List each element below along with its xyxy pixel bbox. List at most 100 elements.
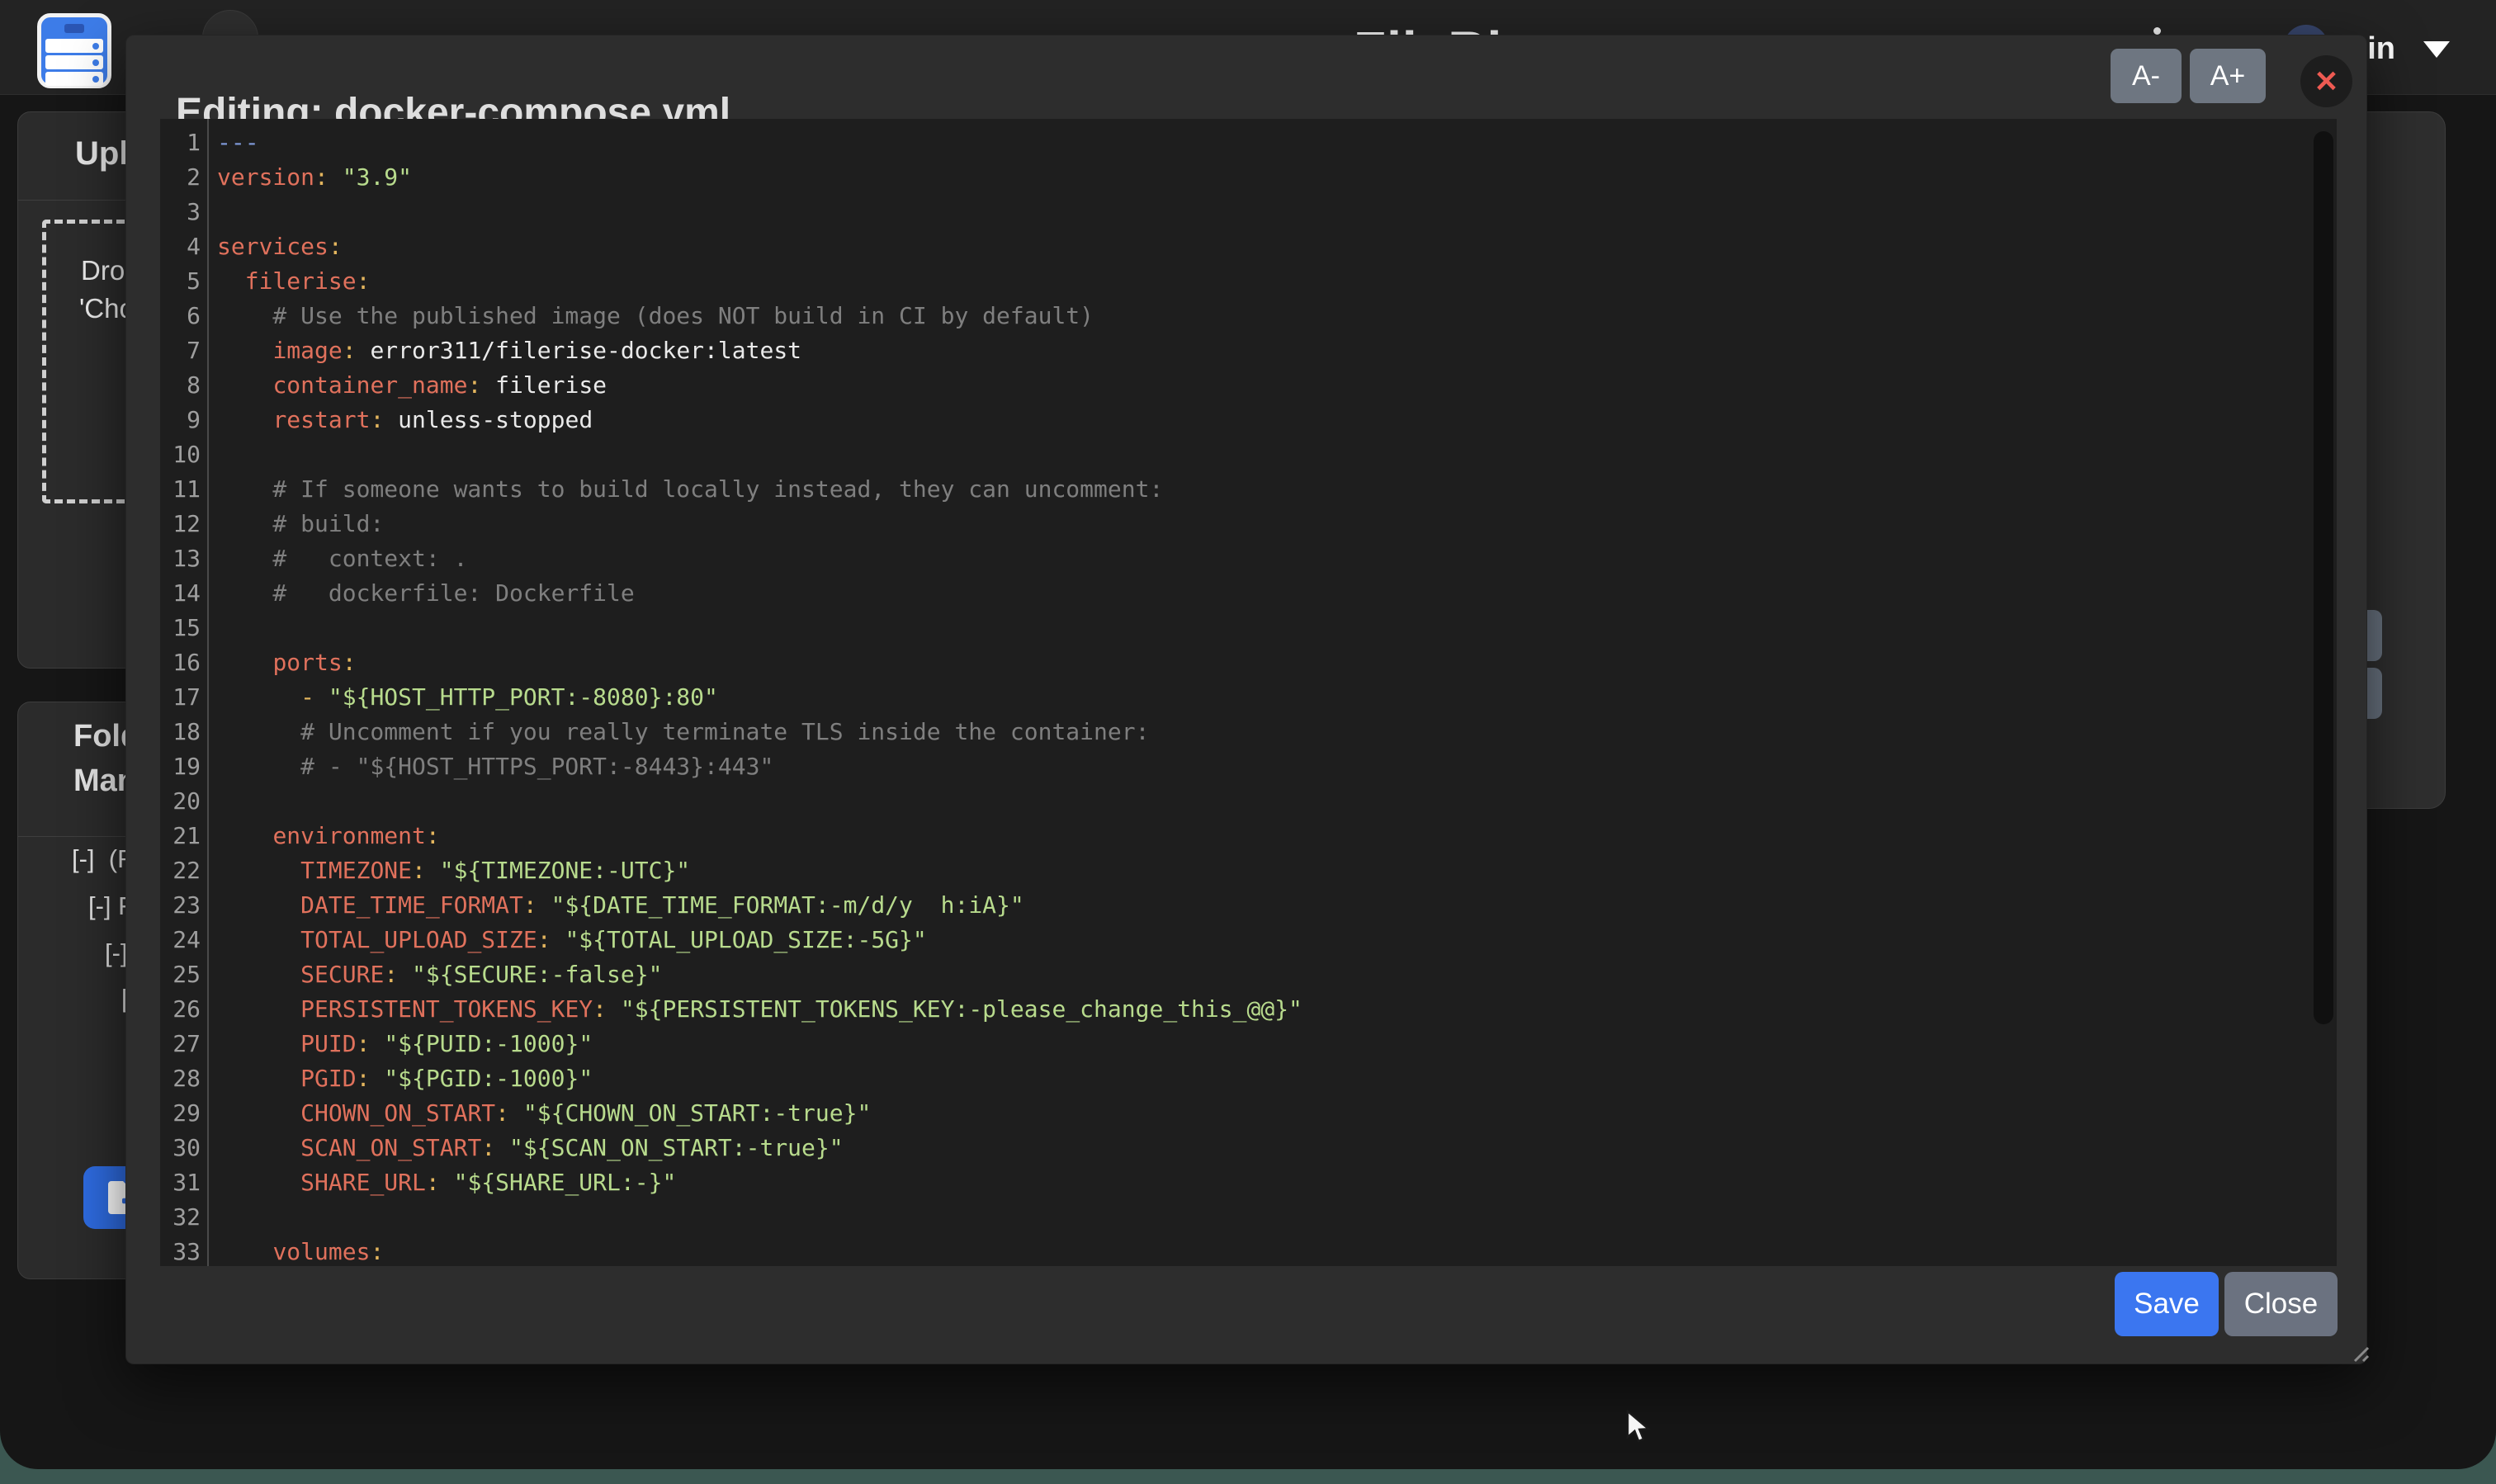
line-number: 13 xyxy=(160,541,207,576)
font-increase-button[interactable]: A+ xyxy=(2190,49,2266,103)
code-text: image: error311/filerise-docker:latest xyxy=(207,333,801,368)
editor-scrollbar[interactable] xyxy=(2314,131,2333,1024)
logo-drive-bar xyxy=(45,55,103,69)
code-text: # Use the published image (does NOT buil… xyxy=(207,299,1094,333)
code-line: 1--- xyxy=(160,125,2337,160)
line-number: 12 xyxy=(160,507,207,541)
line-number: 20 xyxy=(160,784,207,819)
code-line: 25 SECURE: "${SECURE:-false}" xyxy=(160,957,2337,992)
code-text: --- xyxy=(207,125,259,160)
code-line: 7 image: error311/filerise-docker:latest xyxy=(160,333,2337,368)
code-text: CHOWN_ON_START: "${CHOWN_ON_START:-true}… xyxy=(207,1096,871,1131)
code-line: 17 - "${HOST_HTTP_PORT:-8080}:80" xyxy=(160,680,2337,715)
line-number: 26 xyxy=(160,992,207,1027)
code-line: 23 DATE_TIME_FORMAT: "${DATE_TIME_FORMAT… xyxy=(160,888,2337,923)
code-text: SHARE_URL: "${SHARE_URL:-}" xyxy=(207,1165,676,1200)
line-number: 18 xyxy=(160,715,207,749)
line-number: 17 xyxy=(160,680,207,715)
close-button[interactable]: Close xyxy=(2224,1272,2338,1336)
line-number: 7 xyxy=(160,333,207,368)
line-number: 21 xyxy=(160,819,207,853)
mouse-cursor-icon xyxy=(1626,1410,1654,1444)
code-line: 16 ports: xyxy=(160,645,2337,680)
code-line: 11 # If someone wants to build locally i… xyxy=(160,472,2337,507)
code-text: TIMEZONE: "${TIMEZONE:-UTC}" xyxy=(207,853,690,888)
code-text: # - "${HOST_HTTPS_PORT:-8443}:443" xyxy=(207,749,773,784)
code-text: PGID: "${PGID:-1000}" xyxy=(207,1061,593,1096)
line-number: 32 xyxy=(160,1200,207,1235)
code-text: DATE_TIME_FORMAT: "${DATE_TIME_FORMAT:-m… xyxy=(207,888,1024,923)
code-text: SECURE: "${SECURE:-false}" xyxy=(207,957,662,992)
code-text: - "${HOST_HTTP_PORT:-8080}:80" xyxy=(207,680,718,715)
line-number: 31 xyxy=(160,1165,207,1200)
resize-handle[interactable] xyxy=(2343,1336,2371,1364)
code-text: TOTAL_UPLOAD_SIZE: "${TOTAL_UPLOAD_SIZE:… xyxy=(207,923,927,957)
screen: FileRise admin Upload Drop files here or… xyxy=(0,0,2496,1484)
code-line: 27 PUID: "${PUID:-1000}" xyxy=(160,1027,2337,1061)
code-line: 15 xyxy=(160,611,2337,645)
code-line: 19 # - "${HOST_HTTPS_PORT:-8443}:443" xyxy=(160,749,2337,784)
line-number: 9 xyxy=(160,403,207,437)
filerise-logo-icon[interactable] xyxy=(37,13,111,88)
code-line: 24 TOTAL_UPLOAD_SIZE: "${TOTAL_UPLOAD_SI… xyxy=(160,923,2337,957)
code-line: 31 SHARE_URL: "${SHARE_URL:-}" xyxy=(160,1165,2337,1200)
code-text xyxy=(207,195,217,229)
edit-file-modal: Editing: docker-compose.yml A- A+ ✕ 1---… xyxy=(125,35,2367,1364)
code-line: 12 # build: xyxy=(160,507,2337,541)
line-number: 15 xyxy=(160,611,207,645)
close-icon[interactable]: ✕ xyxy=(2300,55,2352,107)
logo-drive-bar xyxy=(45,39,103,53)
code-line: 5 filerise: xyxy=(160,264,2337,299)
code-text: PERSISTENT_TOKENS_KEY: "${PERSISTENT_TOK… xyxy=(207,992,1302,1027)
logo-drive-bar xyxy=(45,72,103,86)
line-number: 11 xyxy=(160,472,207,507)
code-text: # Uncomment if you really terminate TLS … xyxy=(207,715,1149,749)
code-text: PUID: "${PUID:-1000}" xyxy=(207,1027,593,1061)
code-line: 28 PGID: "${PGID:-1000}" xyxy=(160,1061,2337,1096)
line-number: 28 xyxy=(160,1061,207,1096)
line-number: 25 xyxy=(160,957,207,992)
code-text: container_name: filerise xyxy=(207,368,607,403)
code-line: 14 # dockerfile: Dockerfile xyxy=(160,576,2337,611)
line-number: 23 xyxy=(160,888,207,923)
code-line: 33 volumes: xyxy=(160,1235,2337,1266)
code-text: # build: xyxy=(207,507,384,541)
code-text: services: xyxy=(207,229,343,264)
save-button[interactable]: Save xyxy=(2115,1272,2219,1336)
code-line: 4services: xyxy=(160,229,2337,264)
code-text: volumes: xyxy=(207,1235,384,1266)
code-line: 32 xyxy=(160,1200,2337,1235)
line-number: 27 xyxy=(160,1027,207,1061)
code-editor[interactable]: 1---2version: "3.9"34services:5 filerise… xyxy=(160,119,2337,1266)
line-number: 19 xyxy=(160,749,207,784)
line-number: 10 xyxy=(160,437,207,472)
code-line: 6 # Use the published image (does NOT bu… xyxy=(160,299,2337,333)
line-number: 2 xyxy=(160,160,207,195)
code-text: # context: . xyxy=(207,541,467,576)
code-text: ports: xyxy=(207,645,357,680)
code-text: environment: xyxy=(207,819,440,853)
code-text: SCAN_ON_START: "${SCAN_ON_START:-true}" xyxy=(207,1131,844,1165)
code-line: 29 CHOWN_ON_START: "${CHOWN_ON_START:-tr… xyxy=(160,1096,2337,1131)
code-text: # dockerfile: Dockerfile xyxy=(207,576,635,611)
code-text xyxy=(207,437,217,472)
code-line: 2version: "3.9" xyxy=(160,160,2337,195)
caret-down-icon xyxy=(2423,41,2450,58)
line-number: 1 xyxy=(160,125,207,160)
line-number: 6 xyxy=(160,299,207,333)
code-line: 30 SCAN_ON_START: "${SCAN_ON_START:-true… xyxy=(160,1131,2337,1165)
code-line: 26 PERSISTENT_TOKENS_KEY: "${PERSISTENT_… xyxy=(160,992,2337,1027)
line-number: 30 xyxy=(160,1131,207,1165)
code-text xyxy=(207,611,217,645)
font-decrease-button[interactable]: A- xyxy=(2111,49,2182,103)
code-line: 13 # context: . xyxy=(160,541,2337,576)
code-text: version: "3.9" xyxy=(207,160,412,195)
code-line: 10 xyxy=(160,437,2337,472)
code-line: 8 container_name: filerise xyxy=(160,368,2337,403)
line-number: 24 xyxy=(160,923,207,957)
code-line: 3 xyxy=(160,195,2337,229)
line-number: 4 xyxy=(160,229,207,264)
code-text xyxy=(207,1200,217,1235)
code-lines: 1---2version: "3.9"34services:5 filerise… xyxy=(160,125,2337,1266)
line-number: 29 xyxy=(160,1096,207,1131)
